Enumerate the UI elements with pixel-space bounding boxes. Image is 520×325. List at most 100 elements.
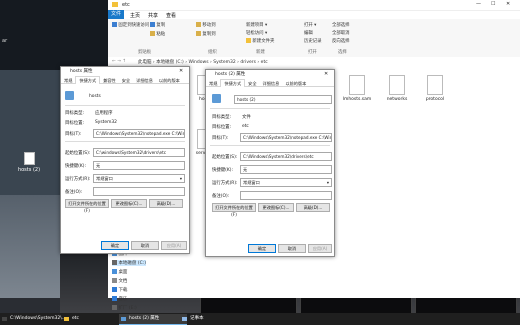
target-field[interactable]: C:\Windows\System32\notepad.exe C:\Windo…: [240, 133, 332, 142]
desktop-file-hosts-2[interactable]: hosts (2): [14, 152, 44, 173]
cmd-icon: [2, 317, 7, 321]
sidebar-item-downloads[interactable]: 下载: [112, 287, 127, 293]
cancel-button[interactable]: 取消: [131, 241, 159, 250]
ok-button[interactable]: 确定: [101, 241, 129, 250]
sidebar-item-music[interactable]: 音乐: [112, 296, 127, 302]
file-item[interactable]: lmhosts.sam: [340, 75, 374, 102]
apply-button[interactable]: 应用(A): [161, 241, 187, 250]
advanced-button[interactable]: 高级(D)...: [296, 203, 330, 212]
sidebar-item-documents[interactable]: 文档: [112, 278, 127, 284]
taskbar-item-notepad[interactable]: 记事本: [180, 314, 240, 324]
copy-to-button[interactable]: 复制到: [196, 31, 216, 37]
tab-details[interactable]: 详细信息: [260, 80, 283, 87]
open-button[interactable]: 打开 ▾: [304, 22, 316, 28]
sidebar-item-desktop[interactable]: 桌面: [112, 269, 127, 275]
copy-icon: [150, 22, 155, 27]
move-to-button[interactable]: 移动到: [196, 22, 216, 28]
shortcut-name-field[interactable]: hosts (2): [234, 95, 332, 104]
paste-button[interactable]: 粘贴: [150, 31, 165, 37]
tab-security[interactable]: 安全: [119, 77, 133, 84]
breadcrumb-item[interactable]: 此电脑: [138, 60, 152, 65]
pin-button[interactable]: 固定到快速访问: [112, 22, 149, 28]
pin-icon: [112, 22, 117, 27]
file-item[interactable]: networks: [380, 75, 414, 102]
breadcrumb-item[interactable]: Windows: [188, 60, 208, 65]
close-icon[interactable]: ✕: [324, 71, 328, 77]
file-item[interactable]: protocol: [418, 75, 452, 102]
tab-view[interactable]: 查看: [166, 12, 176, 19]
run-select[interactable]: 常规窗口 ▾: [93, 174, 185, 183]
taskbar-item-cmd[interactable]: C:\Windows\System32\...: [0, 314, 70, 324]
dialog-title: hosts 属性: [61, 67, 189, 76]
tab-home[interactable]: 主页: [130, 12, 140, 19]
sidebar-item-drive-e[interactable]: 扩厂 (E:): [112, 305, 137, 311]
breadcrumb-item[interactable]: System32: [213, 60, 236, 65]
copy-button[interactable]: 复制: [150, 22, 165, 28]
close-button[interactable]: ✕: [506, 1, 510, 7]
start-in-field[interactable]: C:\windows\System32\drivers\etc: [93, 148, 185, 157]
tab-shortcut[interactable]: 快捷方式: [220, 79, 246, 87]
tab-general[interactable]: 常规: [206, 80, 220, 87]
separator: [65, 141, 185, 142]
tab-previous[interactable]: 以前的版本: [156, 77, 183, 84]
new-item-button[interactable]: 新建项目 ▾: [246, 22, 267, 28]
close-icon[interactable]: ✕: [179, 68, 183, 74]
dialog-title: hosts (2) 属性: [206, 70, 334, 79]
notepad-icon: [182, 317, 187, 321]
tab-compat[interactable]: 兼容性: [100, 77, 119, 84]
download-icon: [112, 287, 117, 292]
select-all-button[interactable]: 全部选择: [332, 22, 350, 28]
breadcrumb-item[interactable]: etc: [261, 60, 268, 65]
target-field[interactable]: C:\Windows\System32\notepad.exe C:\Windo…: [93, 129, 185, 138]
drive-icon: [112, 260, 117, 265]
tab-file[interactable]: 文件: [108, 10, 124, 19]
explorer-title: etc: [122, 2, 130, 8]
run-select[interactable]: 常规窗口 ▾: [240, 178, 332, 187]
cancel-button[interactable]: 取消: [278, 244, 306, 253]
shortcut-name: hosts: [89, 94, 101, 99]
file-icon: [349, 75, 365, 95]
new-folder-button[interactable]: 新建文件夹: [246, 38, 274, 44]
desktop-icon: [112, 269, 117, 274]
tab-previous[interactable]: 以前的版本: [282, 80, 309, 87]
invert-selection-button[interactable]: 反向选择: [332, 38, 350, 44]
documents-icon: [112, 278, 117, 283]
history-button[interactable]: 历史记录: [304, 38, 322, 44]
tab-security[interactable]: 安全: [245, 80, 259, 87]
minimize-button[interactable]: —: [476, 1, 481, 7]
breadcrumb-item[interactable]: 本地磁盘 (C:): [156, 60, 184, 65]
ok-button[interactable]: 确定: [248, 244, 276, 253]
apply-button[interactable]: 应用(A): [308, 244, 332, 253]
select-none-button[interactable]: 全部取消: [332, 30, 350, 36]
tab-general[interactable]: 常规: [61, 77, 75, 84]
nav-arrows-icon[interactable]: ← → ↑: [112, 59, 126, 64]
edit-button[interactable]: 编辑: [304, 30, 313, 36]
hotkey-field[interactable]: 无: [93, 161, 185, 170]
comment-field[interactable]: [93, 187, 185, 196]
open-location-button[interactable]: 打开文件所在的位置(F): [212, 203, 256, 217]
advanced-button[interactable]: 高级(D)...: [149, 199, 183, 208]
folder-icon: [112, 2, 118, 7]
ribbon-group-label: 打开: [308, 50, 317, 55]
tab-shortcut[interactable]: 快捷方式: [75, 76, 101, 84]
tab-share[interactable]: 共享: [148, 12, 158, 19]
ribbon-tabs: 文件 主页 共享 查看: [108, 10, 520, 19]
target-type-value: 文件: [242, 115, 251, 120]
target-label: 目标(T):: [65, 132, 82, 137]
tab-details[interactable]: 详细信息: [133, 77, 156, 84]
open-location-button[interactable]: 打开文件所在的位置(F): [65, 199, 109, 213]
taskbar-item-properties[interactable]: hosts (2) 属性: [119, 314, 187, 325]
hotkey-field[interactable]: 无: [240, 165, 332, 174]
change-icon-button[interactable]: 更改图标(C)...: [258, 203, 294, 212]
comment-label: 备注(O):: [65, 190, 83, 195]
easy-access-button[interactable]: 轻松访问 ▾: [246, 30, 267, 36]
maximize-button[interactable]: ☐: [491, 1, 495, 7]
sidebar-item-local-disk[interactable]: 本地磁盘 (C:): [112, 260, 147, 266]
change-icon-button[interactable]: 更改图标(C)...: [111, 199, 147, 208]
comment-field[interactable]: [240, 191, 332, 200]
start-in-field[interactable]: C:\Windows\System32\drivers\etc: [240, 152, 332, 161]
taskbar-item-explorer[interactable]: etc: [62, 314, 127, 324]
folder-icon: [196, 31, 201, 36]
breadcrumb-item[interactable]: drivers: [240, 60, 256, 65]
ribbon-group-label: 组织: [208, 50, 217, 55]
